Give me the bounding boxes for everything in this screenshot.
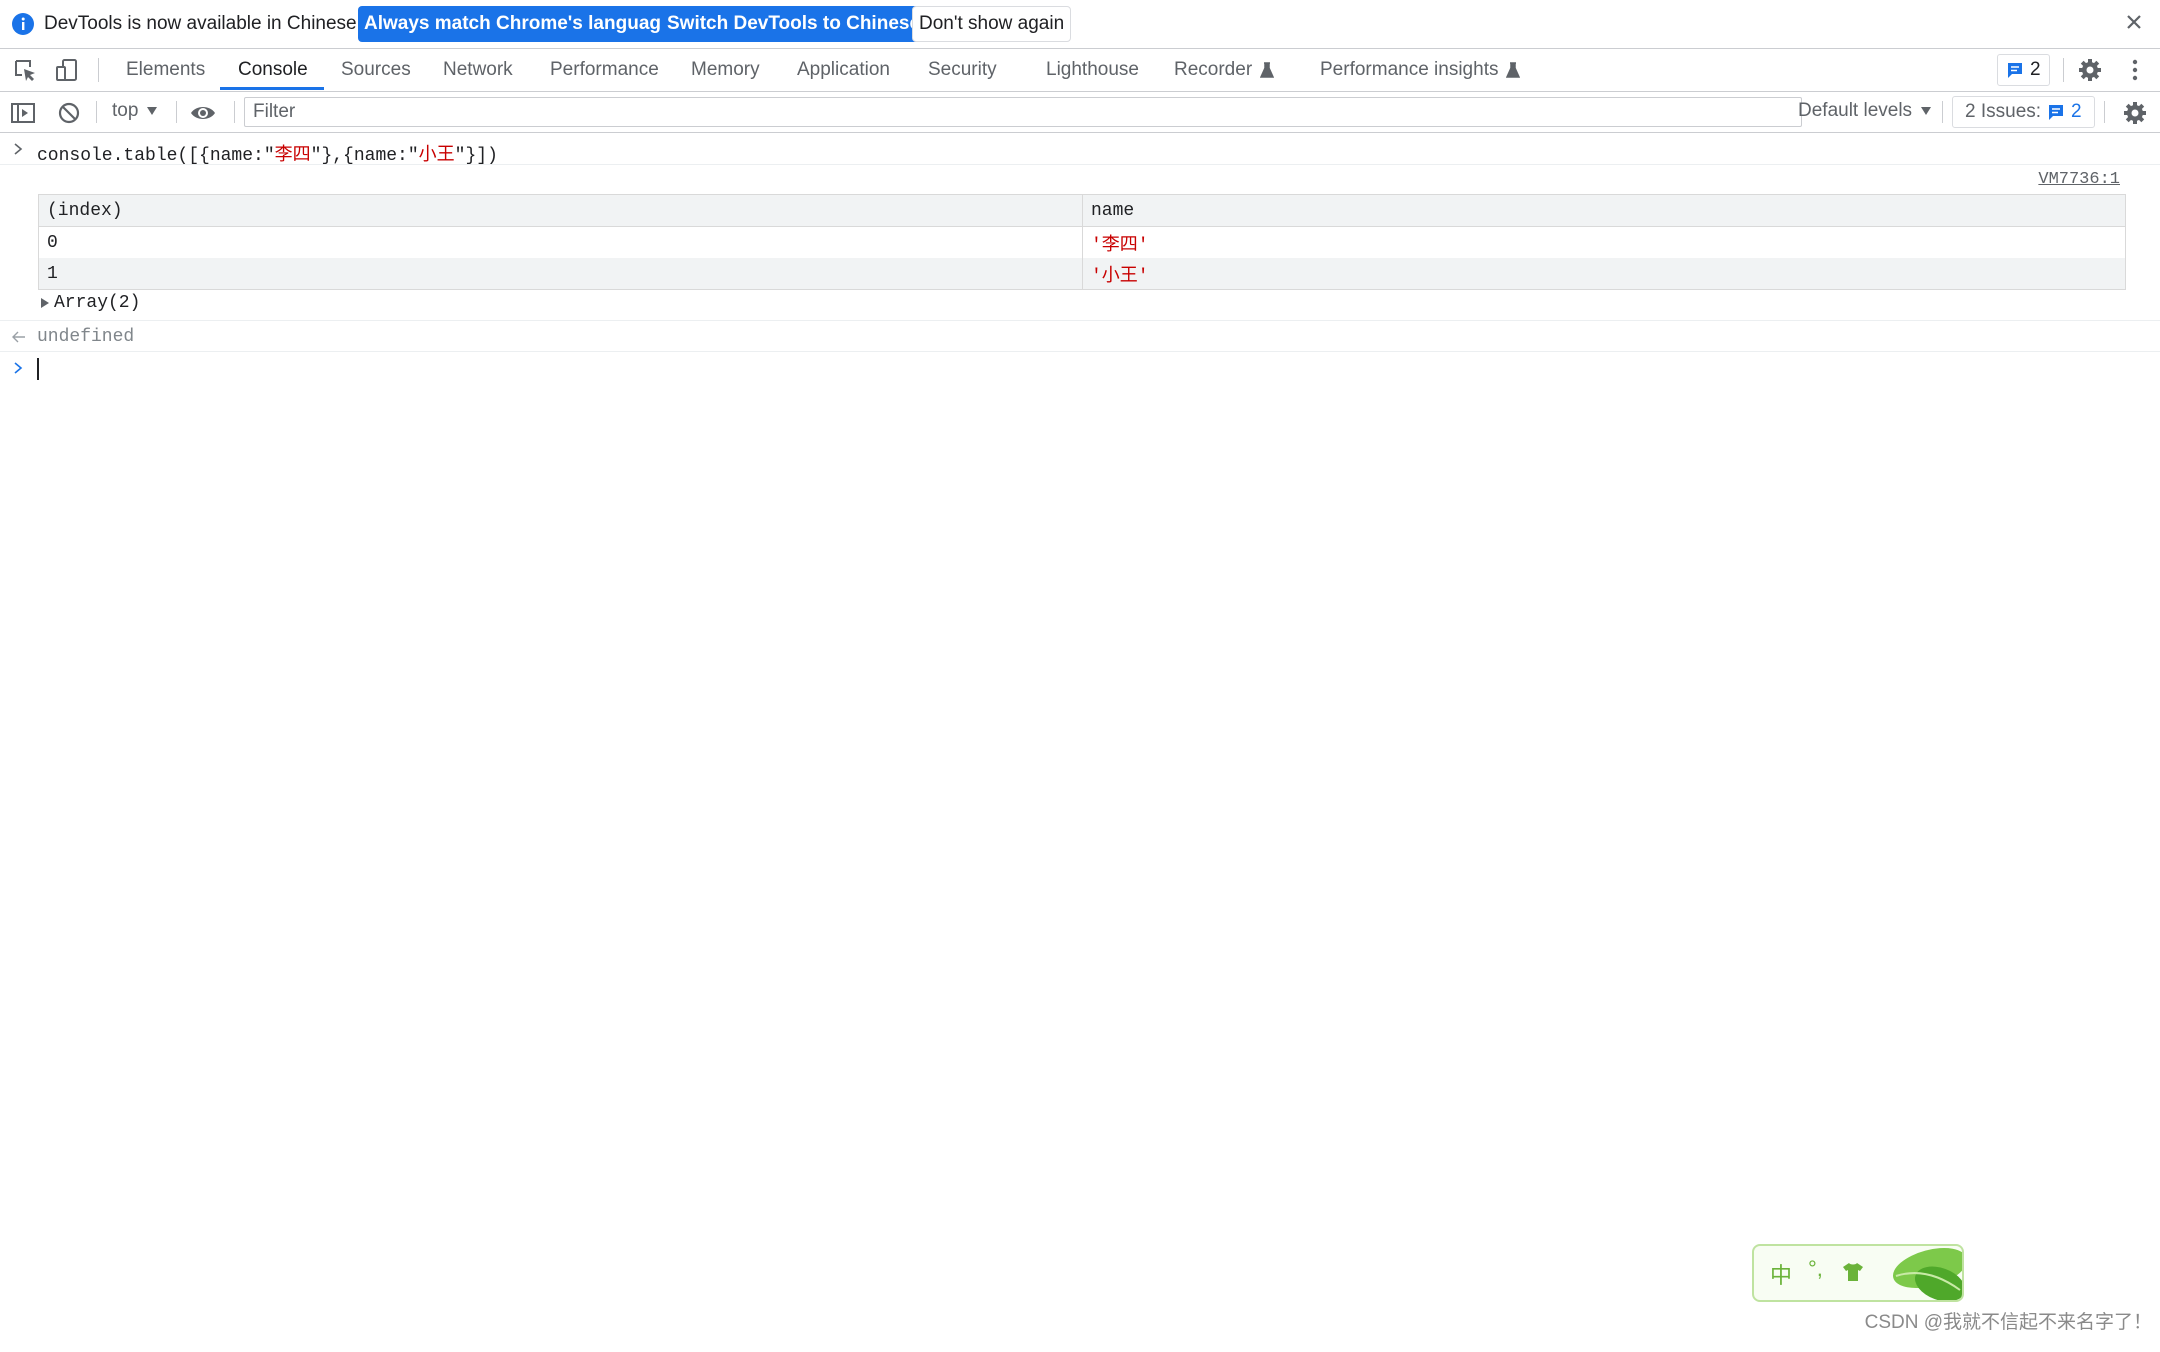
watermark-text: CSDN @我就不信起不来名字了！ — [1864, 1312, 2152, 1333]
issues-label: 2 Issues: — [1965, 101, 2042, 122]
log-levels-value: Default levels — [1798, 100, 1913, 121]
separator — [98, 58, 99, 82]
show-sidebar-icon[interactable] — [10, 100, 36, 126]
tab-memory[interactable]: Memory — [691, 49, 760, 91]
console-result: undefined — [0, 326, 2160, 350]
infobar-message: DevTools is now available in Chinese! — [44, 13, 362, 34]
table-cell-name: '李四' — [1082, 226, 2126, 258]
ime-mode[interactable]: 中 — [1770, 1258, 1792, 1290]
table-row: 1 '小王' — [38, 258, 2126, 290]
console-input-echo: console.table([{name:"李四"},{name:"小王"}]) — [0, 138, 2160, 166]
experiment-icon — [1506, 62, 1521, 78]
separator — [1942, 101, 1943, 123]
info-icon — [12, 13, 34, 35]
text-caret — [37, 358, 39, 380]
tab-performance[interactable]: Performance — [550, 49, 659, 91]
issues-button[interactable]: 2 Issues: 2 — [1952, 96, 2095, 128]
tab-performance-insights-label: Performance insights — [1320, 59, 1499, 80]
issues-count: 2 — [2071, 101, 2082, 122]
inspect-element-icon[interactable] — [12, 57, 38, 83]
console-prompt[interactable] — [0, 356, 2160, 382]
tab-elements[interactable]: Elements — [126, 49, 205, 91]
table-header-index[interactable]: (index) — [38, 194, 1083, 227]
close-icon[interactable] — [2122, 10, 2146, 34]
active-tab-indicator — [220, 87, 324, 90]
separator — [176, 101, 177, 123]
tab-recorder-label: Recorder — [1174, 59, 1253, 80]
tab-application[interactable]: Application — [797, 49, 890, 91]
command-string: 小王 — [418, 146, 455, 166]
message-divider — [0, 351, 2160, 352]
message-divider — [0, 164, 2160, 165]
message-divider — [0, 320, 2160, 321]
table-header-row: (index) name — [38, 194, 2126, 227]
table-row: 0 '李四' — [38, 226, 2126, 258]
ime-status-widget[interactable]: 中 °, — [1752, 1244, 1964, 1302]
console-table: (index) name 0 '李四' 1 '小王' — [38, 194, 2126, 290]
ime-punctuation[interactable]: °, — [1808, 1256, 1823, 1282]
context-selector[interactable]: top — [112, 100, 158, 122]
messages-badge[interactable]: 2 — [1997, 54, 2050, 86]
experiment-icon — [1260, 62, 1275, 78]
command-text: console.table([{name:"李四"},{name:"小王"}]) — [37, 140, 498, 166]
source-link[interactable]: VM7736:1 — [2038, 170, 2120, 189]
result-value: undefined — [37, 327, 135, 347]
console-settings-gear-icon[interactable] — [2122, 100, 2148, 126]
tab-console[interactable]: Console — [238, 49, 308, 91]
message-icon — [2049, 105, 2064, 120]
leaf-decoration-icon — [1893, 1248, 1962, 1300]
dropdown-arrow-icon — [1921, 107, 1932, 115]
dropdown-arrow-icon — [147, 107, 158, 115]
tab-recorder[interactable]: Recorder — [1174, 49, 1275, 91]
filter-input[interactable] — [244, 97, 1802, 127]
message-icon — [2008, 63, 2022, 78]
tab-network[interactable]: Network — [443, 49, 513, 91]
command-part: "},{name:" — [310, 146, 419, 166]
table-cell-index: 0 — [38, 226, 1083, 258]
separator — [2063, 58, 2064, 82]
command-part: "}]) — [454, 146, 498, 166]
messages-count: 2 — [2030, 59, 2041, 80]
command-string: 李四 — [274, 146, 311, 166]
context-value: top — [112, 100, 139, 121]
match-chrome-language-button[interactable]: Always match Chrome's language — [358, 6, 678, 42]
array-summary: Array(2) — [54, 293, 141, 313]
separator — [2104, 101, 2105, 123]
separator — [234, 101, 235, 123]
console-toolbar: top Default levels 2 Issues: 2 — [0, 92, 2160, 133]
result-arrow-icon — [12, 331, 25, 343]
live-expression-eye-icon[interactable] — [190, 100, 216, 126]
more-options-icon[interactable] — [2122, 57, 2148, 83]
tab-security[interactable]: Security — [928, 49, 997, 91]
array-object-preview[interactable]: Array(2) — [0, 292, 2160, 316]
tab-lighthouse[interactable]: Lighthouse — [1046, 49, 1139, 91]
tab-performance-insights[interactable]: Performance insights — [1320, 49, 1521, 91]
dont-show-again-button[interactable]: Don't show again — [912, 6, 1072, 42]
language-infobar: DevTools is now available in Chinese! Al… — [0, 0, 2160, 49]
expand-triangle-icon[interactable] — [40, 297, 50, 309]
log-levels-dropdown[interactable]: Default levels — [1798, 100, 1932, 122]
prompt-chevron-icon — [14, 143, 23, 155]
table-header-name[interactable]: name — [1082, 194, 2126, 227]
settings-gear-icon[interactable] — [2077, 57, 2103, 83]
clear-console-icon[interactable] — [56, 100, 82, 126]
command-part: console.table([{name:" — [37, 146, 275, 166]
table-cell-name: '小王' — [1082, 258, 2126, 290]
device-toolbar-icon[interactable] — [54, 57, 80, 83]
table-cell-index: 1 — [38, 258, 1083, 290]
separator — [96, 101, 97, 123]
switch-to-chinese-button[interactable]: Switch DevTools to Chinese — [661, 6, 927, 42]
prompt-chevron-icon — [14, 362, 23, 374]
devtools-tabbar: Elements Console Sources Network Perform… — [0, 49, 2160, 92]
tab-sources[interactable]: Sources — [341, 49, 411, 91]
skin-shirt-icon[interactable] — [1842, 1262, 1864, 1282]
